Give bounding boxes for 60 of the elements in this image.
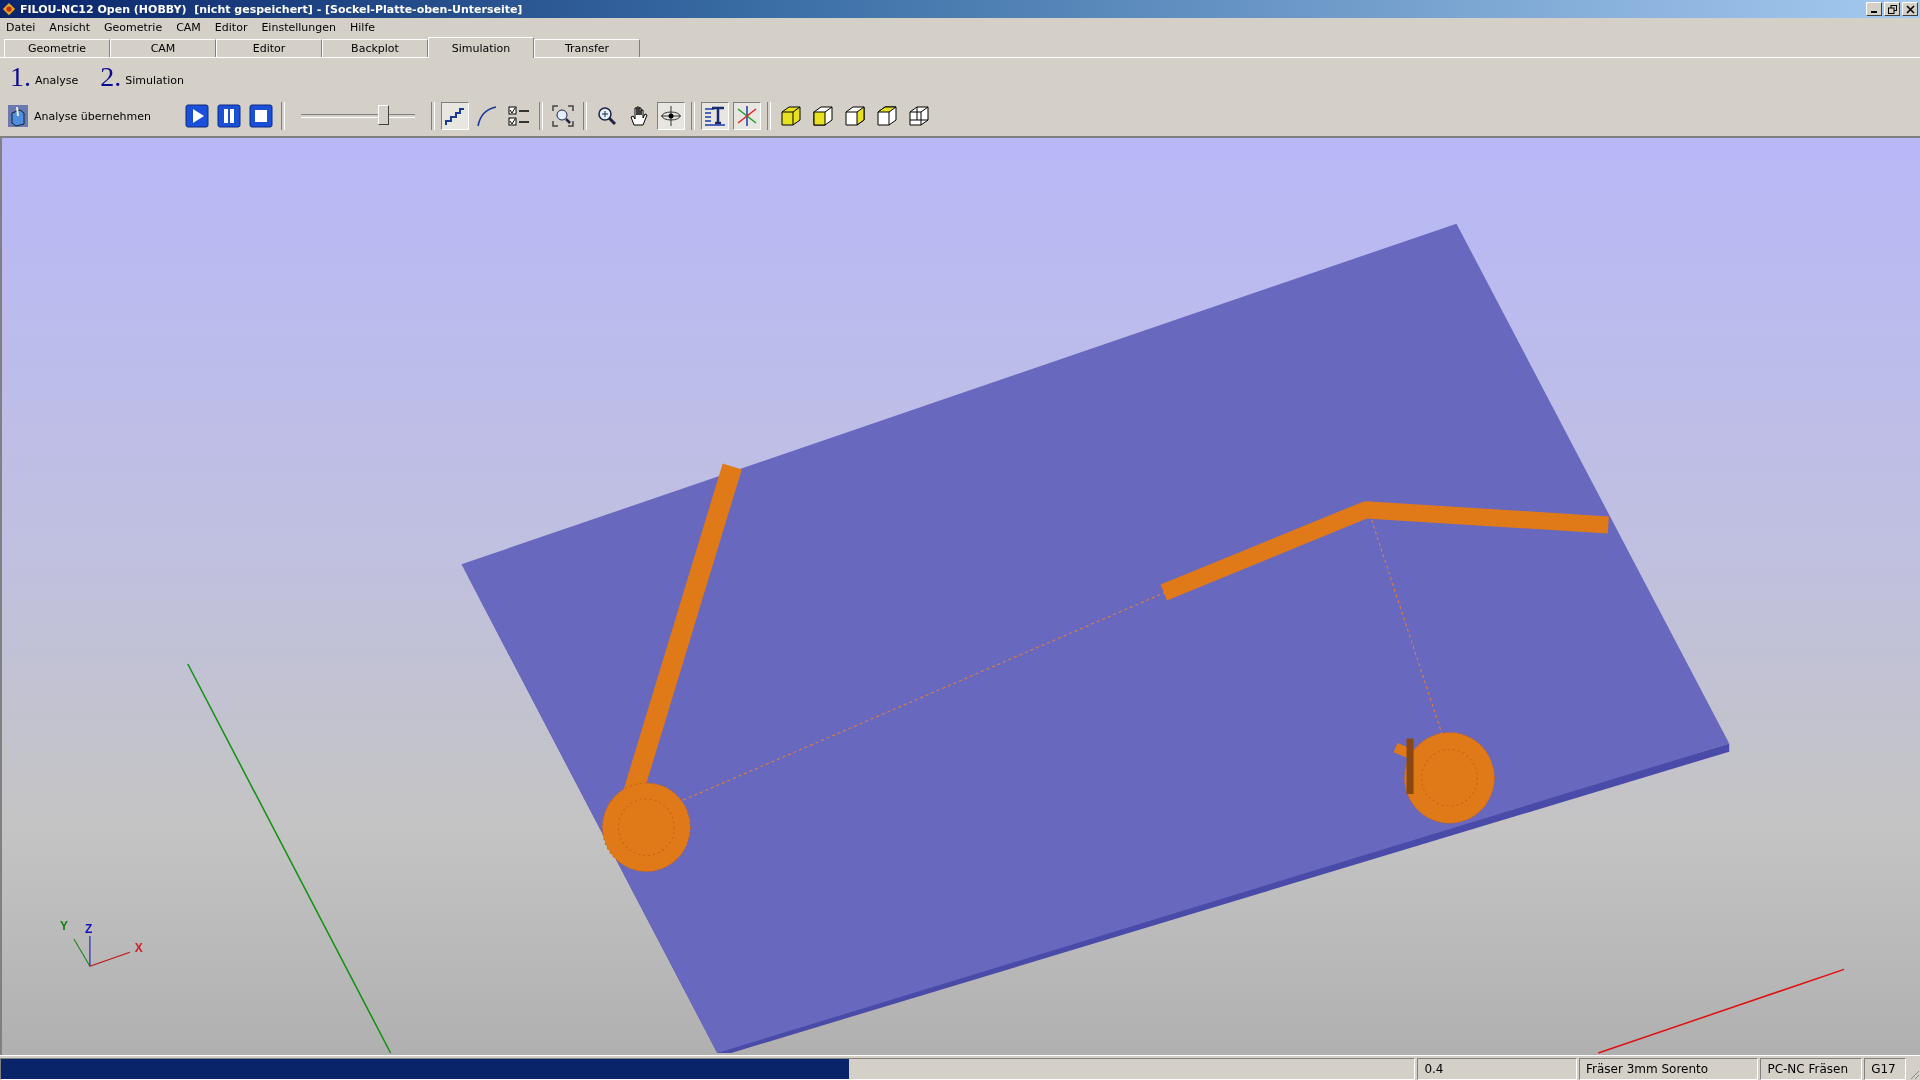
menu-item[interactable]: Hilfe (350, 21, 376, 34)
close-button[interactable] (1902, 2, 1918, 16)
restore-icon (1887, 4, 1897, 14)
tab[interactable]: Transfer (534, 39, 640, 57)
tab[interactable]: Simulation (428, 37, 534, 58)
step-number: 2. (100, 61, 122, 93)
app-logo-icon (2, 2, 16, 16)
axis-label: X (134, 941, 143, 956)
pause-icon (217, 104, 241, 128)
window-title: FILOU-NC12 Open (HOBBY) [nicht gespeichert] - [Sockel-Platte-oben-Unterseite] (20, 2, 524, 16)
axes-icon (735, 104, 759, 128)
tab[interactable]: CAM (110, 39, 216, 57)
stop-button[interactable] (247, 102, 275, 130)
zoomfit-icon (551, 104, 575, 128)
zoom-fit-button[interactable] (549, 102, 577, 130)
analyse-button[interactable]: Analyse übernehmen (6, 103, 153, 129)
status-field: Fräser 3mm Sorento (1578, 1058, 1759, 1080)
status-field: 0.4 (1417, 1058, 1577, 1080)
milling-tool (1406, 738, 1414, 794)
step-mode-button[interactable] (441, 102, 469, 130)
stop-icon (249, 104, 273, 128)
play-icon (185, 104, 209, 128)
restore-button[interactable] (1884, 2, 1900, 16)
axes-button[interactable] (733, 102, 761, 130)
text-button[interactable] (701, 102, 729, 130)
menu-item[interactable]: Geometrie (104, 21, 163, 34)
tab[interactable]: Editor (216, 39, 322, 57)
status-field: PC-NC Fräsen (1760, 1058, 1863, 1080)
tab[interactable]: Geometrie (4, 39, 110, 57)
rotate-icon (659, 104, 683, 128)
cubefront-icon (811, 104, 835, 128)
axis-label: Y (59, 919, 68, 934)
close-icon (1905, 4, 1915, 14)
box-tool-icon (8, 105, 28, 127)
status-field: G17 (1864, 1058, 1907, 1080)
step-label[interactable]: Analyse (35, 73, 79, 87)
menu-item[interactable]: Editor (214, 21, 248, 34)
cube-icon (779, 104, 803, 128)
minimize-button[interactable] (1866, 2, 1882, 16)
menu-item[interactable]: Einstellungen (261, 21, 336, 34)
menu-item[interactable]: Datei (6, 21, 36, 34)
rotate-button[interactable] (657, 102, 685, 130)
pause-button[interactable] (215, 102, 243, 130)
resize-grip-icon (1908, 1068, 1920, 1080)
tab[interactable]: Backplot (322, 39, 428, 57)
arc-icon (475, 104, 499, 128)
cubetop-icon (875, 104, 899, 128)
simulation-viewport[interactable]: X Y Z (0, 138, 1920, 1055)
zoom-icon (595, 104, 619, 128)
cubeiso-icon (907, 104, 931, 128)
text-icon (703, 104, 727, 128)
list-options-icon (507, 104, 531, 128)
axis-label: Z (84, 922, 93, 937)
step-number: 1. (10, 61, 31, 93)
axis-triad-drawing (73, 935, 131, 967)
play-button[interactable] (183, 102, 211, 130)
cubeside-icon (843, 104, 867, 128)
menu-item[interactable]: Ansicht (49, 21, 90, 34)
step-label[interactable]: Simulation (125, 73, 184, 87)
menu-item[interactable]: CAM (176, 21, 201, 34)
